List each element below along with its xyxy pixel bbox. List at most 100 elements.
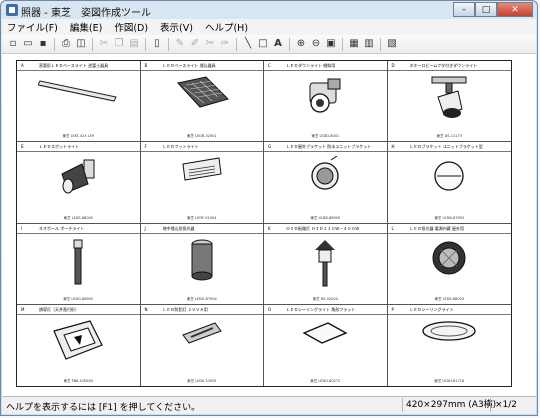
cell-model: 東芝 RS-42004: [312, 296, 338, 301]
rect-icon[interactable]: □: [256, 37, 270, 51]
line-icon[interactable]: ╲: [241, 37, 255, 51]
cell-model: 東芝 LEDS-88003: [434, 296, 465, 301]
cell-model: 東芝 FBK-10502N: [63, 379, 93, 383]
cell-label: ＬＥＤダウンライト 傾斜用: [286, 63, 336, 68]
cell-model: 東芝 LEDR-32001: [186, 134, 217, 139]
wall-bracket-icon: [434, 161, 464, 191]
close-button[interactable]: ✕: [497, 2, 533, 17]
recessed-panel-light-icon: [176, 76, 229, 108]
cell-model: 東芝 LEDF-91004: [187, 215, 217, 220]
print-icon[interactable]: ⎙: [59, 37, 73, 51]
window-title: 照器 - 東芝 姿図作成ツール: [21, 8, 151, 19]
new-icon[interactable]: ▫: [6, 37, 20, 51]
fixture-cell[interactable]: L ＬＥＤ投光器 電源内蔵 屋外用 東芝 LEDS-88003: [387, 224, 511, 305]
cell-label: ＬＥＤシーリングライト: [409, 306, 454, 312]
cell-label: ネオポール ポーチライト: [39, 225, 85, 231]
exit-sign-icon: [53, 320, 104, 360]
menu-edit[interactable]: 編集(E): [65, 19, 107, 35]
paste2-icon[interactable]: ✑: [218, 37, 232, 51]
menu-view[interactable]: 表示(V): [155, 19, 198, 35]
cell-number: M: [21, 306, 25, 312]
fixture-cell[interactable]: H ＬＥＤブラケット ユニットブラケット型 東芝 LEDB-87903: [387, 142, 511, 224]
track-spotlight-icon: [431, 76, 467, 118]
fixture-cell[interactable]: P ＬＥＤシーリングライト 東芝 LEDH-81718: [387, 305, 511, 386]
open-icon[interactable]: ▭: [21, 37, 35, 51]
cell-number: A: [21, 63, 24, 68]
title-bar: 照器 - 東芝 姿図作成ツール – □ ✕: [1, 1, 537, 19]
zoom-out-icon[interactable]: ⊖: [309, 37, 323, 51]
cell-label: ＬＥＤ屋外ブラケット 防水ユニットブラケット: [286, 144, 372, 150]
fixture-cell[interactable]: C ＬＥＤダウンライト 傾斜用 東芝 LEDD-8001: [264, 61, 388, 143]
cell-number: N: [144, 306, 148, 312]
street-light-icon: [315, 239, 336, 286]
foot-light-icon: [182, 157, 222, 181]
fixture-cell[interactable]: J 地中埋込形投光器 東芝 LEDG-87904: [140, 223, 264, 305]
pole-light-icon: [73, 239, 83, 284]
fixture-cell[interactable]: A 直管形ＬＥＤベースライト 逆富士器具 東芝 LEKT-423 LE9: [17, 61, 141, 143]
cell-model: 東芝 LEDS-88000: [63, 215, 94, 220]
cell-number: C: [268, 63, 271, 68]
frame-icon[interactable]: ▣: [324, 37, 338, 51]
toolbar: ▫ ▭ ▪ ⎙ ◫ ✂ ❐ ▤ ▯ ✎ ✐ ✂ ✑ ╲ □ A ⊕ ⊖ ▣ ▦ …: [2, 35, 536, 54]
menu-help[interactable]: ヘルプ(H): [200, 19, 253, 35]
fixture-cell[interactable]: N ＬＥＤ防犯灯 ２０ＶＡ用 東芝 LEDK-70935: [140, 304, 264, 386]
in-ground-floodlight-icon: [191, 239, 213, 280]
security-light-icon: [181, 322, 222, 344]
cell-number: I: [21, 225, 23, 231]
cell-number: E: [21, 144, 24, 150]
fixture-cell[interactable]: M 誘導灯（天井直付形） 東芝 FBK-10502N: [17, 304, 141, 386]
cell-label: ＬＥＤフットライト: [162, 144, 199, 150]
cell-label: ネオーロビームフタ付きダウンライト: [409, 63, 478, 68]
fixture-cell[interactable]: D ネオーロビームフタ付きダウンライト 東芝 DS-11173: [387, 61, 511, 143]
cell-number: P: [391, 306, 394, 312]
zoom-in-icon[interactable]: ⊕: [294, 37, 308, 51]
copy-icon[interactable]: ❐: [112, 37, 126, 51]
outdoor-bracket-icon: [311, 156, 339, 190]
cell-label: ＬＥＤスポットライト: [39, 144, 79, 150]
fixture-cell[interactable]: I ネオポール ポーチライト 東芝 LEDG-88902: [17, 223, 141, 305]
menu-draw[interactable]: 作図(D): [109, 19, 153, 35]
cell-model: 東芝 LEDG-88902: [63, 296, 94, 301]
fixture-cell[interactable]: F ＬＥＤフットライト 東芝 LEDF-91004: [140, 142, 264, 224]
menu-file[interactable]: ファイル(F): [2, 19, 63, 35]
cell-model: 東芝 LEDH-81718: [434, 379, 465, 383]
edit2-icon[interactable]: ✐: [188, 37, 202, 51]
edit-icon[interactable]: ✎: [173, 37, 187, 51]
fixture-cell[interactable]: B ＬＥＤベースライト 埋込器具 東芝 LEDR-32001: [140, 61, 264, 143]
cell-model: 東芝 LEDB-88909: [310, 215, 341, 220]
cell-model: 東芝 LEKT-423 LE9: [62, 134, 95, 139]
cell-number: O: [268, 306, 272, 312]
status-message: ヘルプを表示するには [F1] を押してください。: [6, 403, 201, 413]
image-icon[interactable]: ▧: [385, 37, 399, 51]
paste-icon[interactable]: ▤: [127, 37, 141, 51]
clipboard-icon[interactable]: ▥: [362, 37, 376, 51]
fixture-cell[interactable]: G ＬＥＤ屋外ブラケット 防水ユニットブラケット 東芝 LEDB-88909: [264, 142, 388, 224]
drawing-sheet: A 直管形ＬＥＤベースライト 逆富士器具 東芝 LEKT-423 LE9 B ＬＥＤ…: [16, 60, 512, 387]
cell-number: K: [268, 225, 271, 231]
document-area[interactable]: A 直管形ＬＥＤベースライト 逆富士器具 東芝 LEKT-423 LE9 B ＬＥＤ…: [2, 54, 536, 396]
maximize-button[interactable]: □: [475, 2, 497, 17]
cell-model: 東芝 LEDB-87903: [434, 215, 465, 220]
fixture-cell[interactable]: E ＬＥＤスポットライト 東芝 LEDS-88000: [17, 142, 141, 224]
paper-size: 420×297mm (A3横): [402, 398, 496, 412]
app-window: 照器 - 東芝 姿図作成ツール – □ ✕ ファイル(F) 編集(E) 作図(D…: [0, 0, 538, 416]
preview-icon[interactable]: ◫: [74, 37, 88, 51]
vertical-scrollbar[interactable]: [524, 54, 536, 396]
save-icon[interactable]: ▪: [36, 37, 50, 51]
cell-label: 直管形ＬＥＤベースライト 逆富士器具: [39, 63, 109, 68]
text-icon[interactable]: A: [271, 37, 285, 51]
fixture-grid: A 直管形ＬＥＤベースライト 逆富士器具 東芝 LEKT-423 LE9 B ＬＥＤ…: [17, 61, 511, 386]
cell-number: F: [144, 144, 147, 150]
cell-model: 東芝 LEDH-80272: [310, 379, 341, 383]
fixture-cell[interactable]: K ＨＩＤ街路灯 ＨＩＤ１１０Ｗ－４００Ｗ 東芝 RS-42004: [264, 223, 388, 305]
minimize-button[interactable]: –: [453, 2, 475, 17]
cell-number: J: [144, 225, 146, 231]
menu-bar: ファイル(F) 編集(E) 作図(D) 表示(V) ヘルプ(H): [2, 19, 536, 35]
fixture-cell[interactable]: O ＬＥＤシーリングライト 角形フラット 東芝 LEDH-80272: [264, 304, 388, 386]
cut-icon[interactable]: ✂: [97, 37, 111, 51]
cut2-icon[interactable]: ✂: [203, 37, 217, 51]
cell-number: G: [268, 144, 272, 150]
page-icon[interactable]: ▯: [150, 37, 164, 51]
square-ceiling-light-icon: [302, 321, 348, 344]
properties-icon[interactable]: ▦: [347, 37, 361, 51]
